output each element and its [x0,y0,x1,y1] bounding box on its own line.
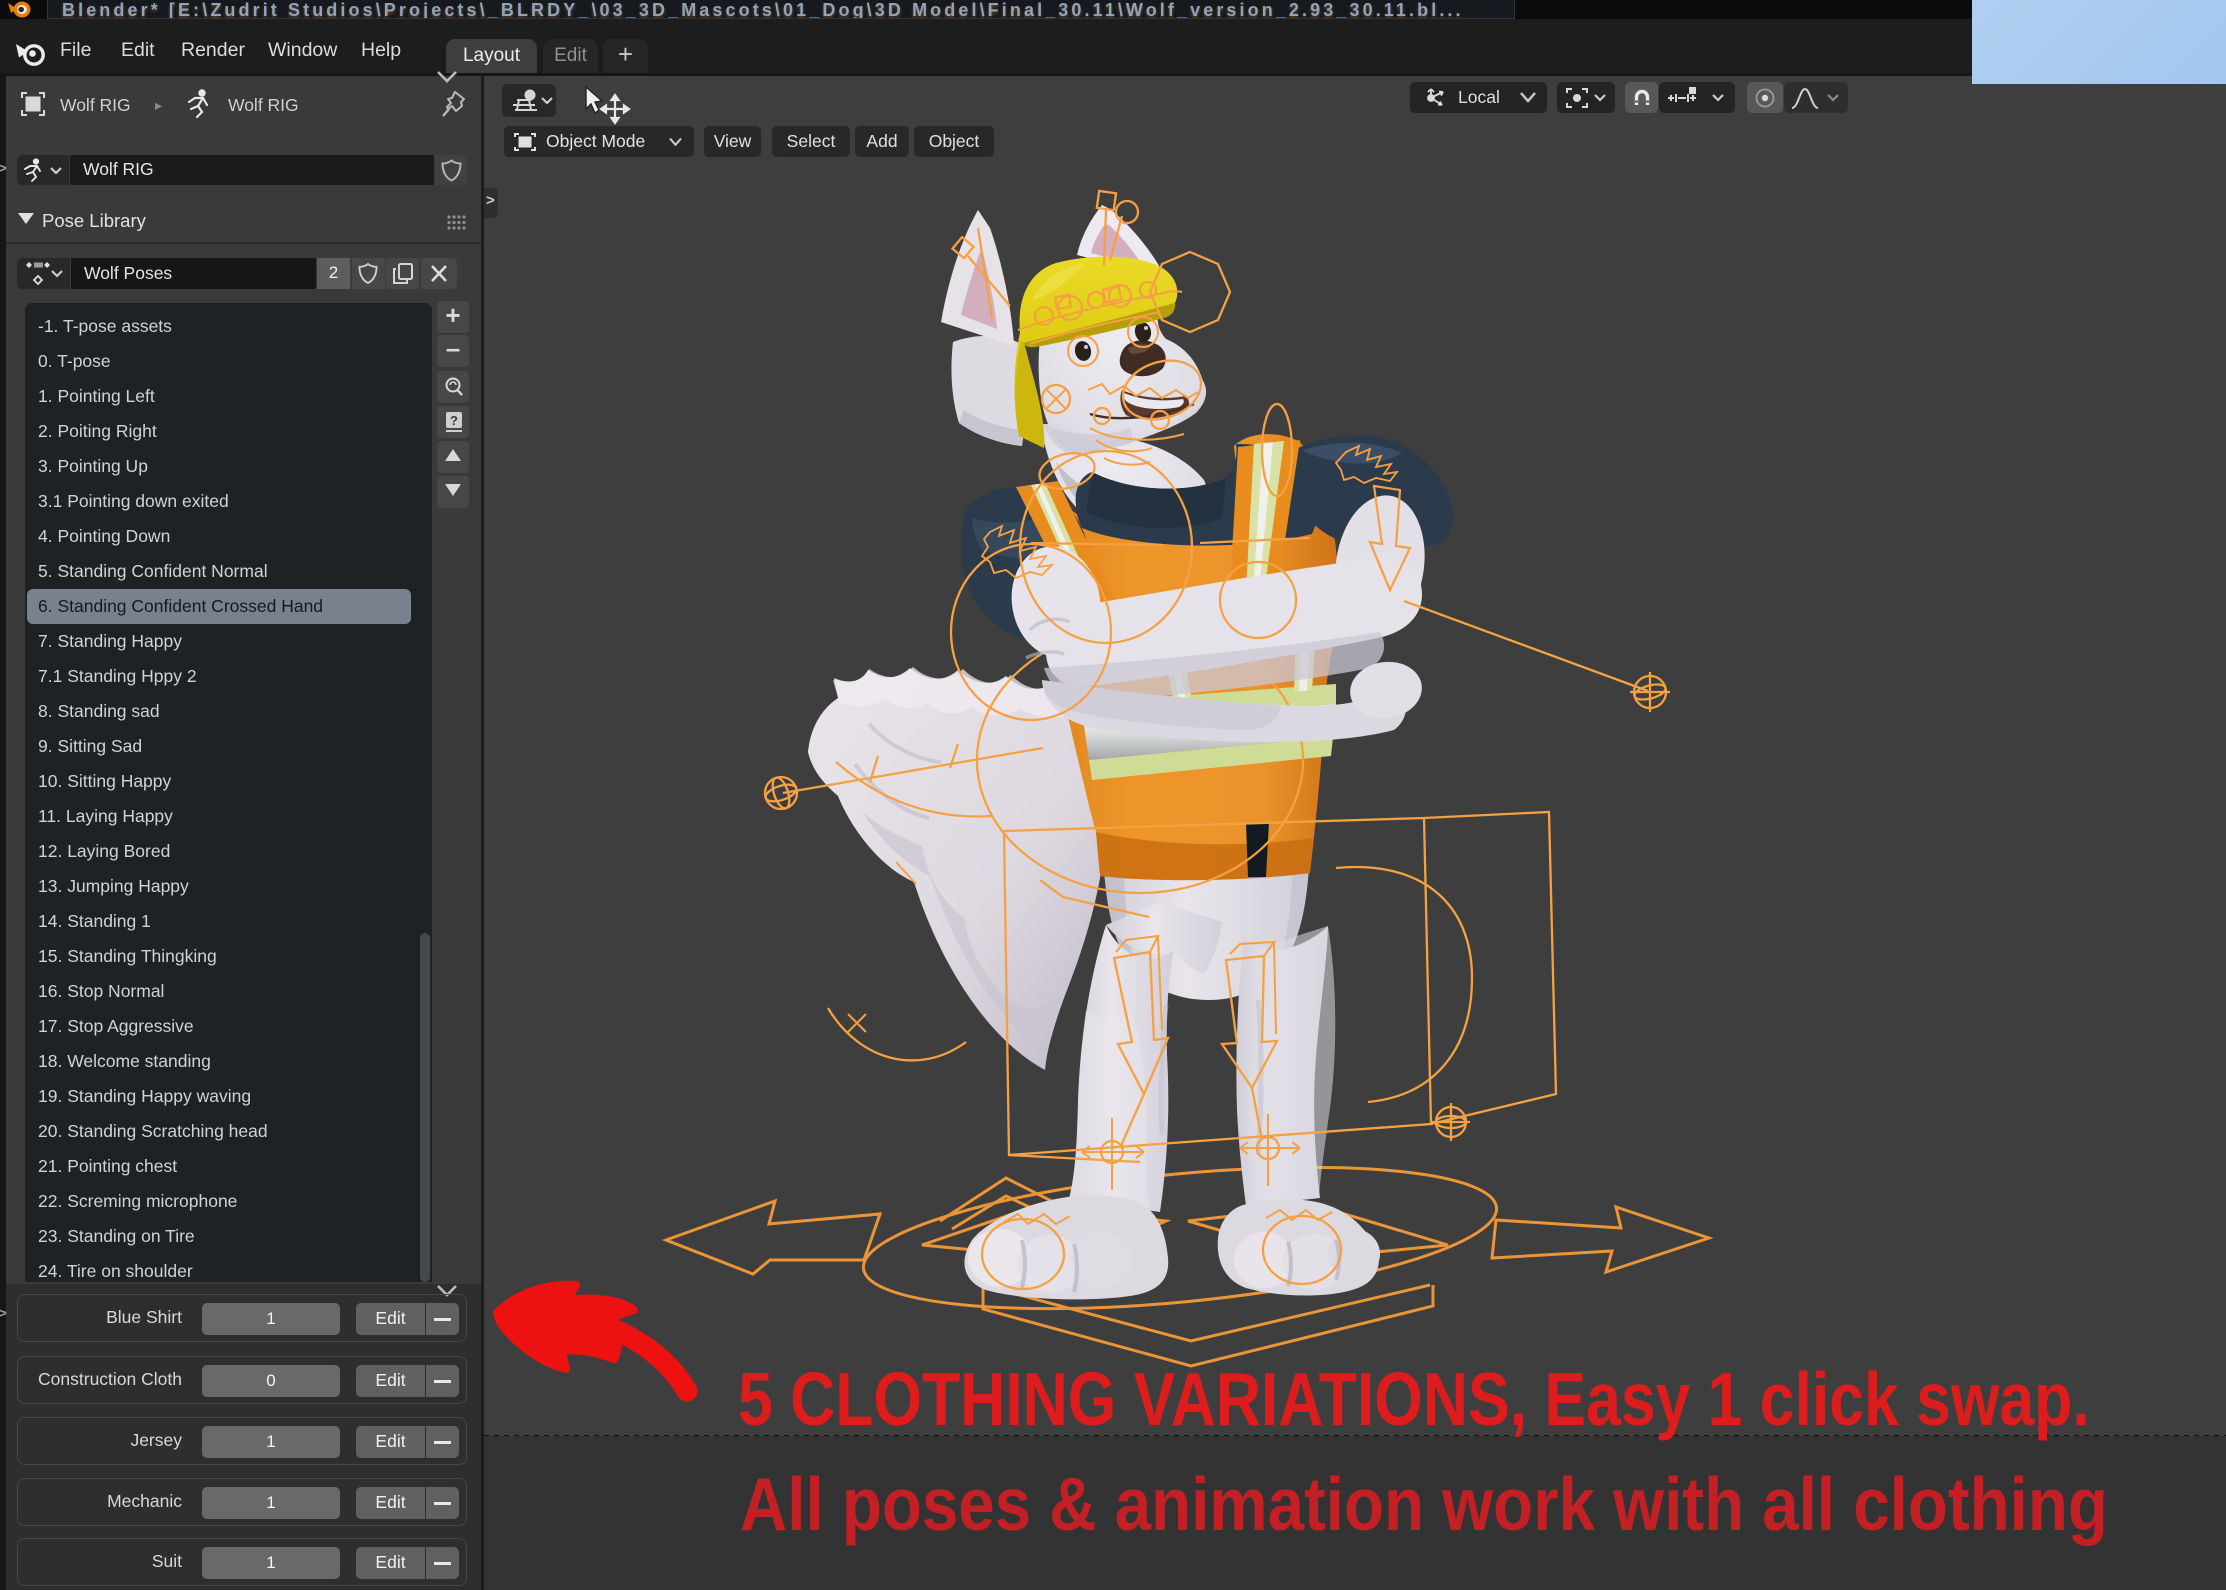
svg-text:?: ? [450,413,458,428]
